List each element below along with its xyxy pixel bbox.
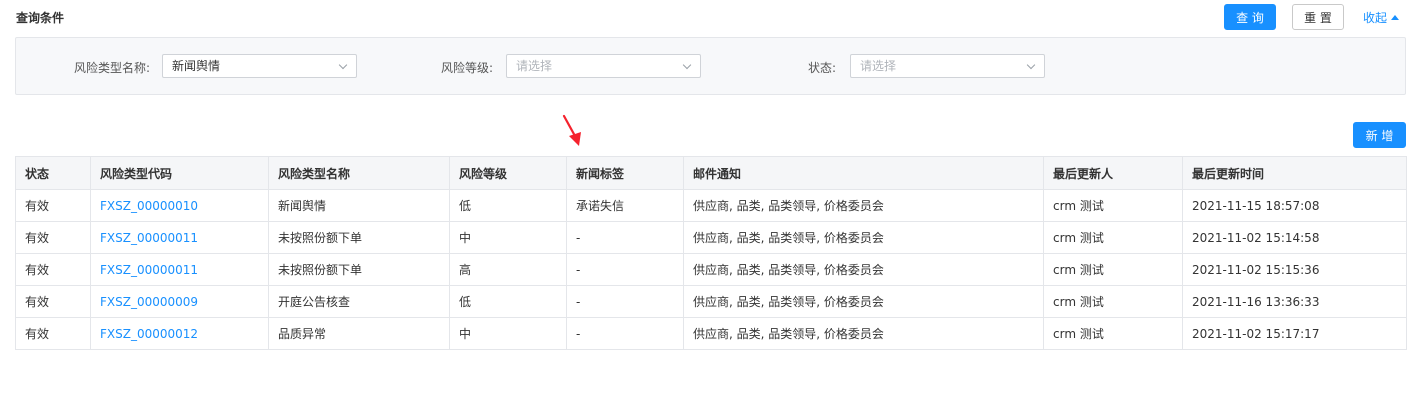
cell-risk-type-name: 未按照份额下单 (268, 221, 450, 254)
collapse-toggle[interactable]: 收起 (1363, 9, 1400, 26)
risk-type-name-label: 风险类型名称: (74, 61, 151, 75)
cell-news-tag: - (566, 285, 684, 318)
cell-last-updater: crm 测试 (1043, 317, 1183, 350)
risk-level-select[interactable]: 请选择 (506, 54, 701, 78)
risk-level-label: 风险等级: (441, 61, 494, 75)
column-header-last-update-time[interactable]: 最后更新时间 (1182, 156, 1407, 190)
cell-risk-type-name: 未按照份额下单 (268, 253, 450, 286)
cell-risk-type-code-link[interactable]: FXSZ_00000011 (90, 221, 269, 254)
cell-news-tag: 承诺失信 (566, 189, 684, 222)
status-placeholder: 请选择 (860, 59, 897, 73)
cell-risk-type-code-link[interactable]: FXSZ_00000010 (90, 189, 269, 222)
query-button[interactable]: 查 询 (1224, 4, 1276, 30)
caret-up-icon (1391, 15, 1400, 20)
column-header-risk-level[interactable]: 风险等级 (449, 156, 567, 190)
cell-email-notice: 供应商, 品类, 品类领导, 价格委员会 (683, 253, 1044, 286)
red-arrow-annotation-icon (562, 114, 581, 146)
cell-last-updater: crm 测试 (1043, 285, 1183, 318)
filter-panel: 风险类型名称: 新闻舆情 风险等级: 请选择 状态: 请选择 (15, 37, 1406, 95)
cell-risk-level: 低 (449, 189, 567, 222)
cell-last-updater: crm 测试 (1043, 253, 1183, 286)
chevron-down-icon (1026, 60, 1036, 70)
cell-news-tag: - (566, 253, 684, 286)
cell-risk-type-code-link[interactable]: FXSZ_00000012 (90, 317, 269, 350)
cell-risk-type-code-link[interactable]: FXSZ_00000009 (90, 285, 269, 318)
column-header-risk-type-code[interactable]: 风险类型代码 (90, 156, 269, 190)
reset-button[interactable]: 重 置 (1292, 4, 1344, 30)
cell-risk-level: 高 (449, 253, 567, 286)
cell-status: 有效 (15, 221, 91, 254)
cell-status: 有效 (15, 253, 91, 286)
risk-type-name-select[interactable]: 新闻舆情 (162, 54, 357, 78)
cell-risk-level: 低 (449, 285, 567, 318)
risk-type-table: 状态 风险类型代码 风险类型名称 风险等级 新闻标签 邮件通知 最后更新人 最后… (15, 156, 1407, 350)
cell-status: 有效 (15, 317, 91, 350)
table-row: 有效 FXSZ_00000012 品质异常 中 - 供应商, 品类, 品类领导,… (15, 317, 1407, 350)
column-header-last-updater[interactable]: 最后更新人 (1043, 156, 1183, 190)
cell-email-notice: 供应商, 品类, 品类领导, 价格委员会 (683, 189, 1044, 222)
status-label: 状态: (808, 61, 837, 75)
column-header-status[interactable]: 状态 (15, 156, 91, 190)
chevron-down-icon (682, 60, 692, 70)
cell-status: 有效 (15, 189, 91, 222)
cell-last-updater: crm 测试 (1043, 189, 1183, 222)
table-row: 有效 FXSZ_00000009 开庭公告核查 低 - 供应商, 品类, 品类领… (15, 285, 1407, 318)
cell-last-update-time: 2021-11-02 15:17:17 (1182, 317, 1407, 350)
chevron-down-icon (338, 60, 348, 70)
cell-status: 有效 (15, 285, 91, 318)
table-row: 有效 FXSZ_00000011 未按照份额下单 中 - 供应商, 品类, 品类… (15, 221, 1407, 254)
cell-last-update-time: 2021-11-16 13:36:33 (1182, 285, 1407, 318)
cell-risk-type-name: 品质异常 (268, 317, 450, 350)
cell-email-notice: 供应商, 品类, 品类领导, 价格委员会 (683, 221, 1044, 254)
cell-news-tag: - (566, 221, 684, 254)
status-select[interactable]: 请选择 (850, 54, 1045, 78)
cell-last-update-time: 2021-11-02 15:14:58 (1182, 221, 1407, 254)
cell-last-update-time: 2021-11-15 18:57:08 (1182, 189, 1407, 222)
risk-type-name-value: 新闻舆情 (172, 59, 221, 73)
table-header-row: 状态 风险类型代码 风险类型名称 风险等级 新闻标签 邮件通知 最后更新人 最后… (15, 156, 1407, 190)
cell-risk-type-name: 开庭公告核查 (268, 285, 450, 318)
column-header-risk-type-name[interactable]: 风险类型名称 (268, 156, 450, 190)
cell-email-notice: 供应商, 品类, 品类领导, 价格委员会 (683, 285, 1044, 318)
cell-last-updater: crm 测试 (1043, 221, 1183, 254)
cell-risk-level: 中 (449, 221, 567, 254)
table-row: 有效 FXSZ_00000011 未按照份额下单 高 - 供应商, 品类, 品类… (15, 253, 1407, 286)
cell-email-notice: 供应商, 品类, 品类领导, 价格委员会 (683, 317, 1044, 350)
page-title: 查询条件 (16, 11, 65, 25)
cell-risk-type-code-link[interactable]: FXSZ_00000011 (90, 253, 269, 286)
table-row: 有效 FXSZ_00000010 新闻舆情 低 承诺失信 供应商, 品类, 品类… (15, 189, 1407, 222)
cell-news-tag: - (566, 317, 684, 350)
column-header-news-tag[interactable]: 新闻标签 (566, 156, 684, 190)
cell-last-update-time: 2021-11-02 15:15:36 (1182, 253, 1407, 286)
cell-risk-type-name: 新闻舆情 (268, 189, 450, 222)
cell-risk-level: 中 (449, 317, 567, 350)
column-header-email-notice[interactable]: 邮件通知 (683, 156, 1044, 190)
add-button[interactable]: 新 增 (1353, 122, 1406, 148)
collapse-label: 收起 (1363, 11, 1388, 25)
risk-level-placeholder: 请选择 (516, 59, 553, 73)
